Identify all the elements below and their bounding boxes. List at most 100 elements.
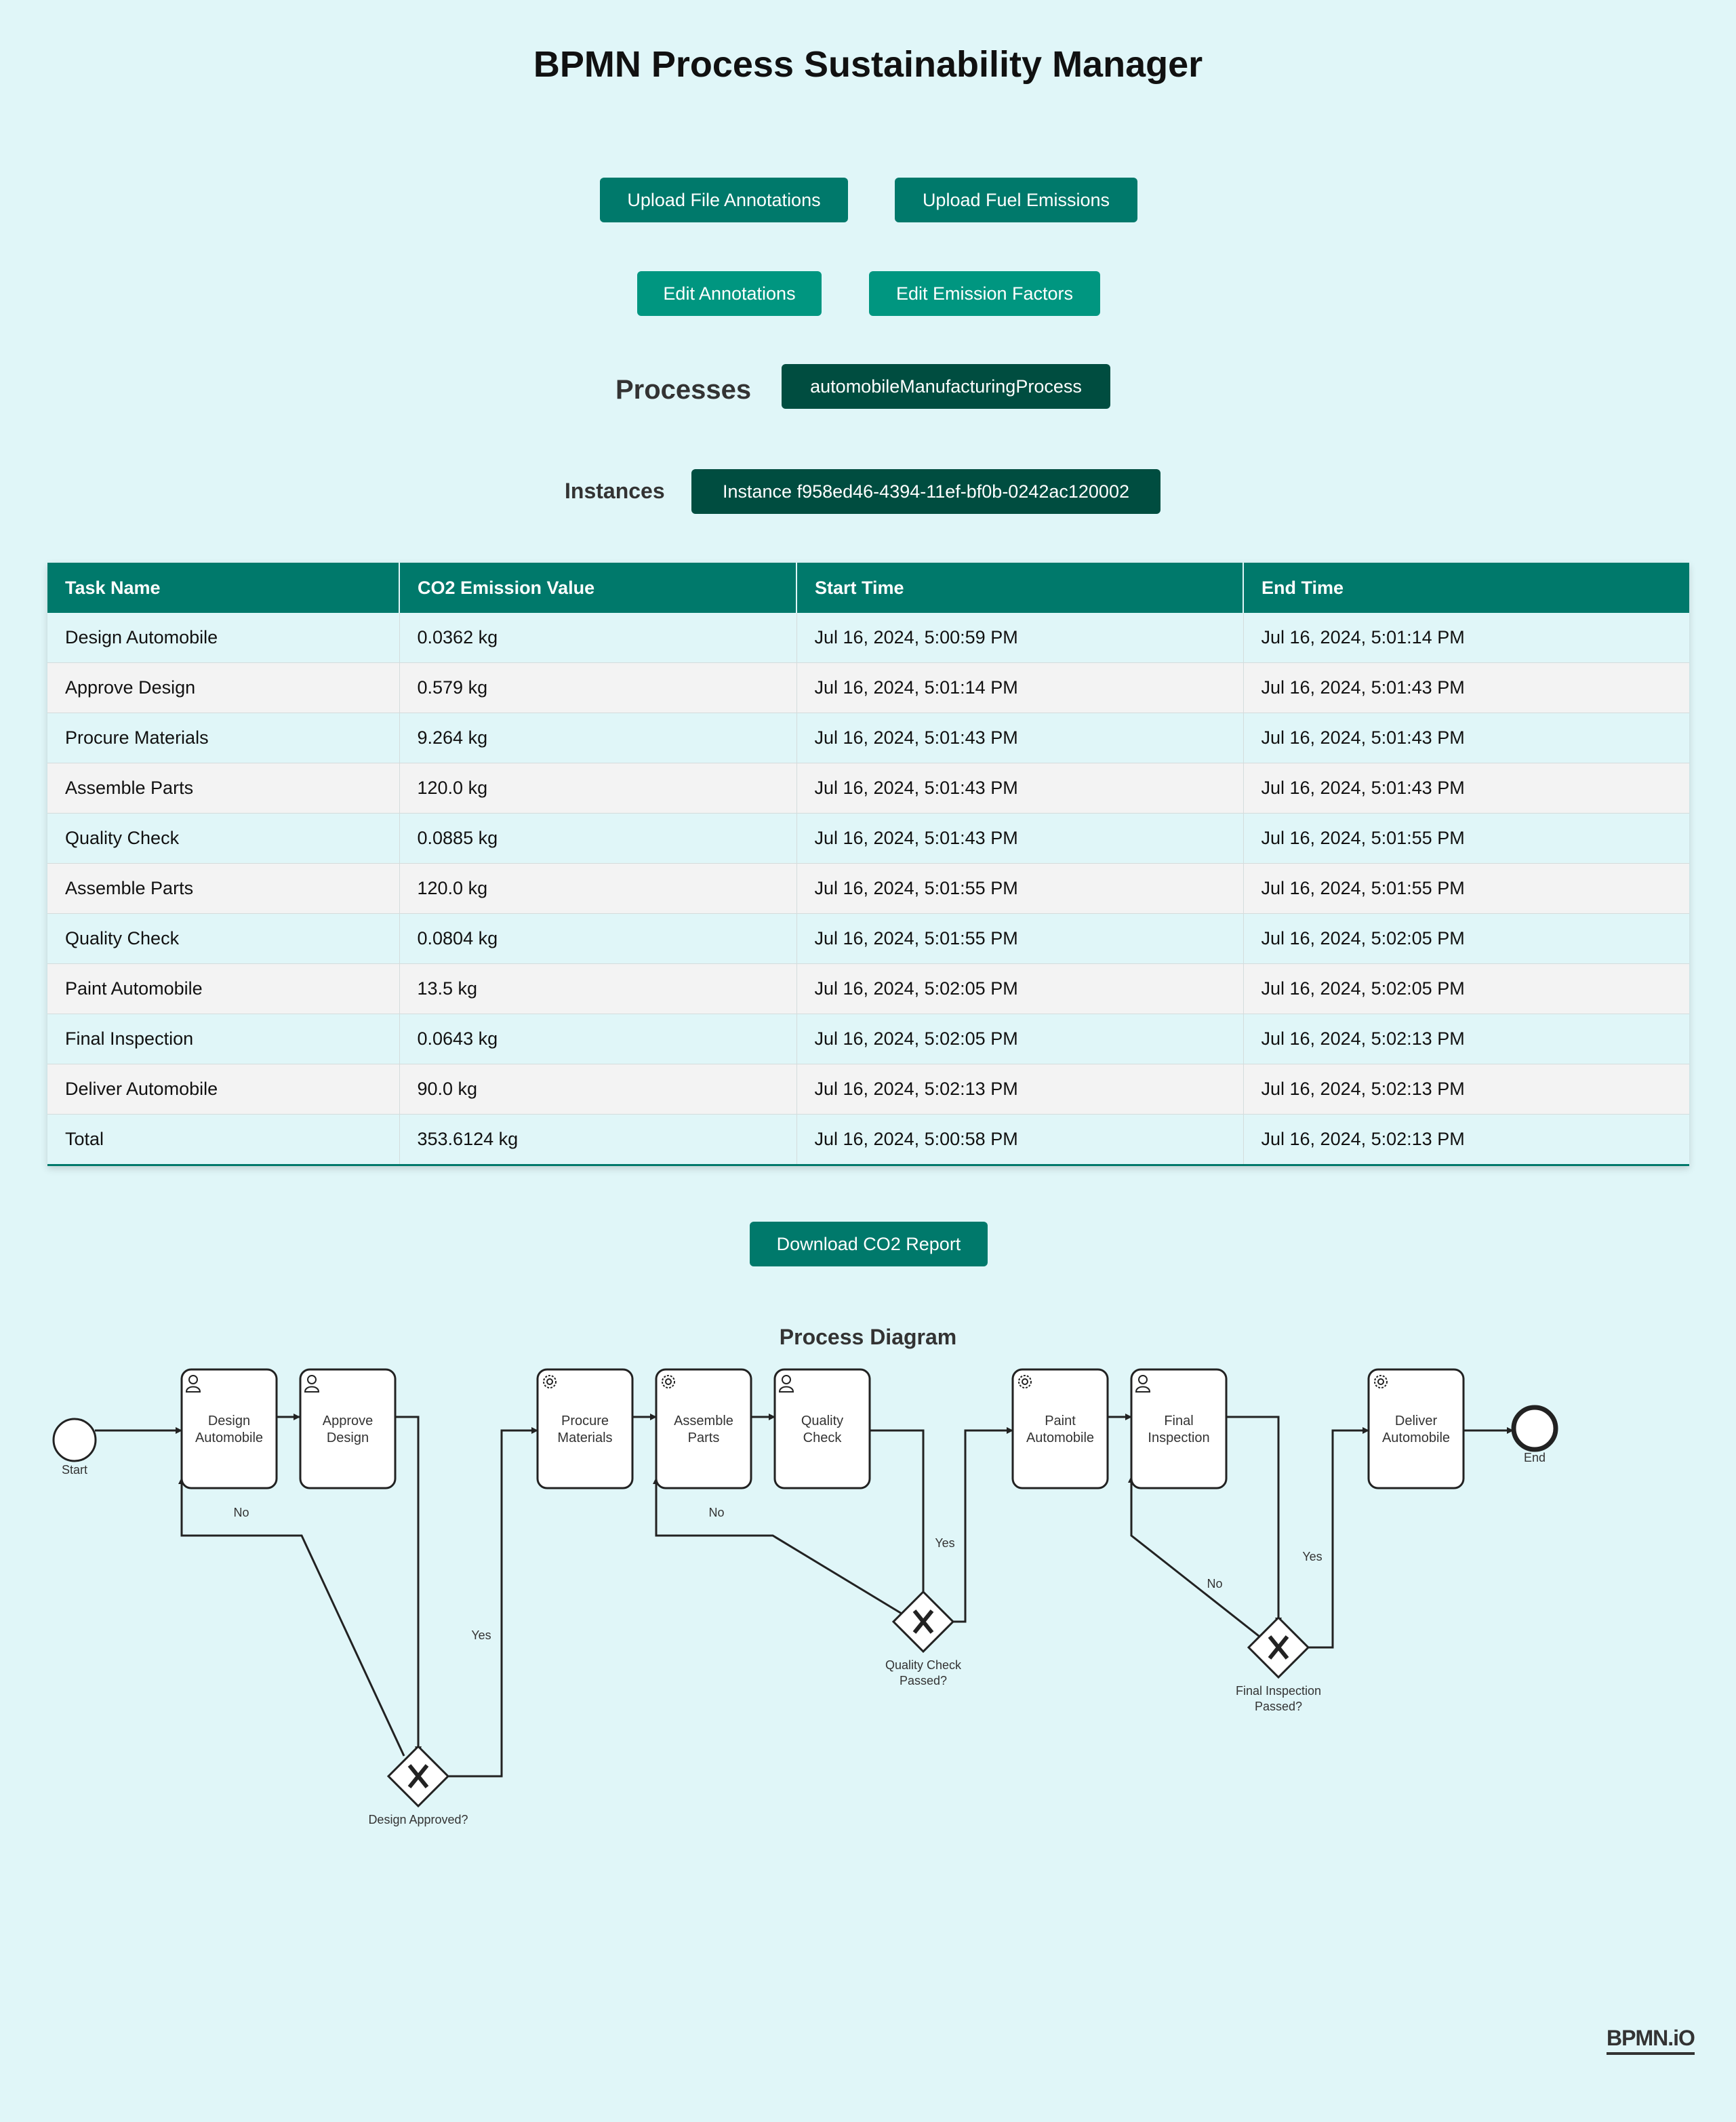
task-label: Design: [327, 1430, 369, 1445]
task-label: Quality: [801, 1414, 843, 1428]
flow-quality-no: [653, 1477, 909, 1619]
table-cell: Paint Automobile: [47, 963, 400, 1014]
table-cell: 13.5 kg: [399, 963, 797, 1014]
flow-approve-gateway: [395, 1416, 422, 1753]
table-cell: Jul 16, 2024, 5:01:55 PM: [796, 913, 1244, 964]
task-procure[interactable]: Procure Materials: [536, 1368, 634, 1489]
column-header-start-time: Start Time: [796, 563, 1244, 613]
task-approve[interactable]: Approve Design: [299, 1368, 397, 1489]
task-paint[interactable]: Paint Automobile: [1011, 1368, 1109, 1489]
gateway-final[interactable]: Final Inspection Passed?: [1236, 1616, 1321, 1713]
edit-annotations-button[interactable]: Edit Annotations: [637, 271, 822, 316]
bpmn-io-logo[interactable]: BPMN.iO: [1607, 2026, 1695, 2055]
task-label: Assemble: [674, 1414, 733, 1428]
table-cell: Assemble Parts: [47, 863, 400, 914]
page-title: BPMN Process Sustainability Manager: [533, 44, 1203, 85]
table-row: Final Inspection 0.0643 kg Jul 16, 2024, 5…: [47, 1014, 1689, 1064]
table-cell: Jul 16, 2024, 5:01:43 PM: [796, 813, 1244, 864]
emissions-table: Task Name CO2 Emission Value Start Time …: [47, 563, 1689, 1166]
flow-label-yes: Yes: [1302, 1550, 1322, 1563]
gateway-label: Quality Check: [885, 1658, 962, 1672]
table-cell: 120.0 kg: [399, 863, 797, 914]
task-final[interactable]: Final Inspection: [1130, 1368, 1228, 1489]
download-co2-report-button[interactable]: Download CO2 Report: [750, 1222, 988, 1266]
end-event-label: End: [1524, 1451, 1546, 1464]
table-row: Design Automobile 0.0362 kg Jul 16, 2024, …: [47, 613, 1689, 663]
table-cell: 0.0804 kg: [399, 913, 797, 964]
task-label: Paint: [1045, 1414, 1076, 1428]
processes-label: Processes: [615, 375, 752, 405]
flow-design-yes: [449, 1427, 538, 1778]
table-cell: 0.0362 kg: [399, 613, 797, 663]
task-label: Final: [1164, 1414, 1193, 1428]
process-diagram: Start End Design Automobile Approve Design P…: [52, 1368, 1558, 1826]
process-diagram-title: Process Diagram: [779, 1325, 957, 1349]
table-row: Paint Automobile 13.5 kg Jul 16, 2024, 5:0…: [47, 963, 1689, 1014]
table-cell: Jul 16, 2024, 5:02:05 PM: [1243, 963, 1689, 1014]
start-event-label: Start: [62, 1463, 87, 1477]
task-quality[interactable]: Quality Check: [773, 1368, 871, 1489]
upload-file-annotations-button[interactable]: Upload File Annotations: [600, 178, 848, 222]
table-cell: 120.0 kg: [399, 763, 797, 814]
table-cell: Jul 16, 2024, 5:01:55 PM: [1243, 863, 1689, 914]
task-deliver[interactable]: Deliver Automobile: [1367, 1368, 1465, 1489]
table-cell: Jul 16, 2024, 5:02:05 PM: [796, 1014, 1244, 1064]
task-label: Automobile: [1382, 1430, 1450, 1445]
table-cell: 353.6124 kg: [399, 1114, 797, 1166]
table-cell: Procure Materials: [47, 713, 400, 763]
task-label: Parts: [688, 1430, 720, 1445]
table-cell: Jul 16, 2024, 5:01:43 PM: [1243, 662, 1689, 713]
edit-emission-factors-button[interactable]: Edit Emission Factors: [869, 271, 1100, 316]
table-cell: Jul 16, 2024, 5:01:14 PM: [1243, 613, 1689, 663]
gateway-label: Final Inspection: [1236, 1684, 1321, 1698]
table-cell: Quality Check: [47, 913, 400, 964]
table-cell: 9.264 kg: [399, 713, 797, 763]
table-cell: Jul 16, 2024, 5:01:55 PM: [1243, 813, 1689, 864]
table-cell: Jul 16, 2024, 5:02:05 PM: [1243, 913, 1689, 964]
task-label: Automobile: [195, 1430, 263, 1445]
table-row: Assemble Parts 120.0 kg Jul 16, 2024, 5:01…: [47, 863, 1689, 914]
flow-design-no: [178, 1477, 405, 1757]
flow-label-yes: Yes: [471, 1628, 491, 1642]
column-header-co2: CO2 Emission Value: [399, 563, 797, 613]
table-cell: Jul 16, 2024, 5:02:13 PM: [796, 1064, 1244, 1115]
table-row: Approve Design 0.579 kg Jul 16, 2024, 5:01…: [47, 662, 1689, 713]
table-cell: Design Automobile: [47, 613, 400, 663]
flow-final-yes: [1293, 1427, 1369, 1649]
instance-select-button[interactable]: Instance f958ed46-4394-11ef-bf0b-0242ac1…: [691, 469, 1160, 514]
end-event[interactable]: [1511, 1405, 1558, 1452]
table-cell: Jul 16, 2024, 5:01:55 PM: [796, 863, 1244, 914]
flow-final-no: [1128, 1476, 1263, 1640]
table-row: Assemble Parts 120.0 kg Jul 16, 2024, 5:01…: [47, 763, 1689, 814]
task-label: Procure: [561, 1414, 609, 1428]
table-cell: Final Inspection: [47, 1014, 400, 1064]
table-row: Procure Materials 9.264 kg Jul 16, 2024, 5…: [47, 713, 1689, 763]
table-row: Deliver Automobile 90.0 kg Jul 16, 2024, 5…: [47, 1064, 1689, 1115]
task-design[interactable]: Design Automobile: [180, 1368, 278, 1489]
flow-label-no: No: [1207, 1577, 1222, 1590]
table-cell: Total: [47, 1114, 400, 1166]
start-event[interactable]: [52, 1418, 97, 1462]
instances-label: Instances: [565, 479, 665, 503]
flow-label-no: No: [708, 1506, 724, 1519]
flow-label-no: No: [233, 1506, 249, 1519]
gateway-quality[interactable]: Quality Check Passed?: [885, 1590, 962, 1687]
table-cell: Jul 16, 2024, 5:01:14 PM: [796, 662, 1244, 713]
table-row: Total 353.6124 kg Jul 16, 2024, 5:00:58 PM…: [47, 1114, 1689, 1166]
task-label: Deliver: [1395, 1414, 1438, 1428]
table-cell: Jul 16, 2024, 5:02:05 PM: [796, 963, 1244, 1014]
table-row: Quality Check 0.0885 kg Jul 16, 2024, 5:01…: [47, 813, 1689, 864]
table-cell: 0.0885 kg: [399, 813, 797, 864]
column-header-task-name: Task Name: [47, 563, 400, 613]
task-label: Approve: [323, 1414, 374, 1428]
flow-quality-yes: [953, 1427, 1013, 1623]
gateway-label: Design Approved?: [368, 1813, 468, 1826]
gateway-design[interactable]: Design Approved?: [368, 1744, 468, 1826]
table-cell: Jul 16, 2024, 5:02:13 PM: [1243, 1114, 1689, 1166]
gateway-label: Passed?: [900, 1674, 947, 1687]
process-select-button[interactable]: automobileManufacturingProcess: [782, 364, 1110, 409]
upload-fuel-emissions-button[interactable]: Upload Fuel Emissions: [895, 178, 1137, 222]
table-header-row: Task Name CO2 Emission Value Start Time …: [47, 563, 1689, 613]
task-assemble[interactable]: Assemble Parts: [655, 1368, 752, 1489]
table-cell: Jul 16, 2024, 5:01:43 PM: [796, 763, 1244, 814]
